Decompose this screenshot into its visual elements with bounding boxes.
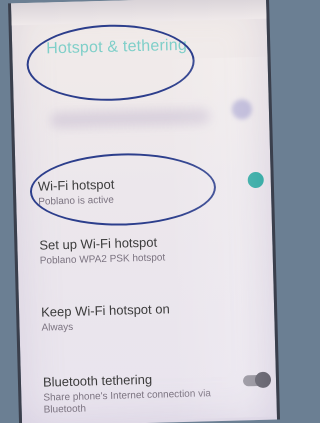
blurred-setting-row bbox=[49, 108, 211, 129]
setting-bluetooth-tethering[interactable]: Bluetooth tethering Share phone's Intern… bbox=[43, 370, 240, 417]
setting-title: Wi-Fi hotspot bbox=[37, 176, 115, 194]
bluetooth-tethering-toggle[interactable] bbox=[242, 371, 272, 389]
setting-title: Keep Wi-Fi hotspot on bbox=[40, 301, 170, 320]
setting-subtitle: Always bbox=[41, 321, 74, 334]
setting-title: Set up Wi-Fi hotspot bbox=[39, 234, 158, 253]
phone-screen: Hotspot & tethering Wi-Fi hotspot Poblan… bbox=[8, 0, 281, 423]
setting-subtitle: Share phone's Internet connection via Bl… bbox=[43, 388, 212, 416]
annotation-circle-title bbox=[25, 22, 196, 103]
setting-subtitle: Poblano WPA2 PSK hotspot bbox=[39, 252, 166, 267]
setting-keep-wifi-hotspot-on[interactable]: Keep Wi-Fi hotspot on Always bbox=[40, 300, 238, 334]
page-title: Hotspot & tethering bbox=[46, 36, 188, 58]
toggle-knob bbox=[254, 371, 272, 389]
status-bar bbox=[11, 0, 267, 26]
wifi-hotspot-toggle[interactable] bbox=[247, 171, 264, 189]
setting-setup-wifi-hotspot[interactable]: Set up Wi-Fi hotspot Poblano WPA2 PSK ho… bbox=[39, 233, 236, 267]
setting-subtitle: Poblano is active bbox=[38, 194, 114, 208]
blurred-toggle bbox=[231, 99, 253, 120]
setting-wifi-hotspot[interactable]: Wi-Fi hotspot Poblano is active bbox=[38, 174, 235, 208]
setting-title: Bluetooth tethering bbox=[42, 371, 153, 390]
